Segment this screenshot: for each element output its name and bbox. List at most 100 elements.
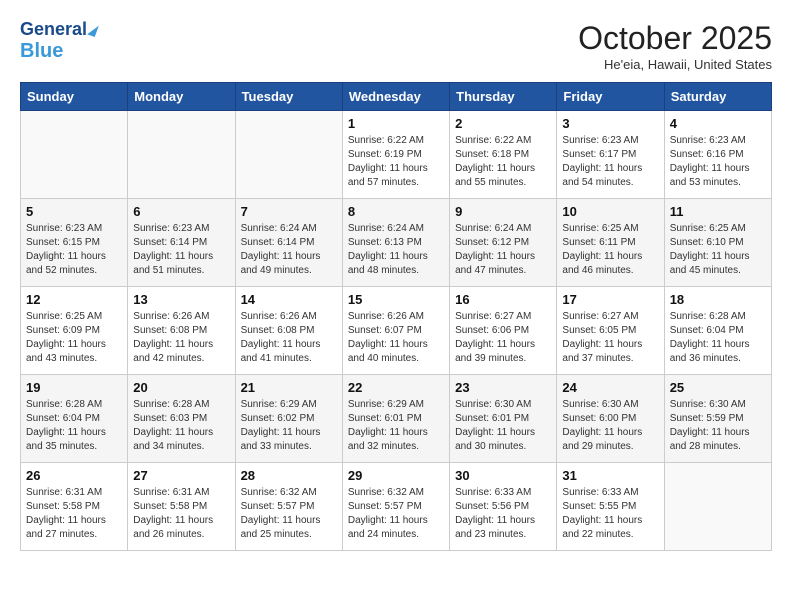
day-detail: Sunrise: 6:24 AMSunset: 6:12 PMDaylight:… bbox=[455, 222, 551, 278]
week-row-1: 1 Sunrise: 6:22 AMSunset: 6:19 PMDaylight… bbox=[21, 111, 772, 199]
logo-general: General bbox=[20, 20, 87, 40]
calendar-cell: 16 Sunrise: 6:27 AMSunset: 6:06 PMDayligh… bbox=[450, 287, 557, 375]
calendar-cell: 15 Sunrise: 6:26 AMSunset: 6:07 PMDayligh… bbox=[342, 287, 449, 375]
day-detail: Sunrise: 6:26 AMSunset: 6:08 PMDaylight:… bbox=[133, 310, 229, 366]
day-number: 28 bbox=[241, 468, 337, 483]
day-number: 14 bbox=[241, 292, 337, 307]
day-detail: Sunrise: 6:27 AMSunset: 6:06 PMDaylight:… bbox=[455, 310, 551, 366]
day-detail: Sunrise: 6:22 AMSunset: 6:19 PMDaylight:… bbox=[348, 134, 444, 190]
day-number: 17 bbox=[562, 292, 658, 307]
title-area: October 2025 He'eia, Hawaii, United Stat… bbox=[578, 20, 772, 72]
day-number: 31 bbox=[562, 468, 658, 483]
calendar-cell: 10Sunrise: 6:25 AMSunset: 6:11 PMDayligh… bbox=[557, 199, 664, 287]
calendar-header-row: SundayMondayTuesdayWednesdayThursdayFrid… bbox=[21, 83, 772, 111]
calendar-cell: 8Sunrise: 6:24 AMSunset: 6:13 PMDaylight… bbox=[342, 199, 449, 287]
calendar-cell: 27 Sunrise: 6:31 AMSunset: 5:58 PMDayligh… bbox=[128, 463, 235, 551]
header-sunday: Sunday bbox=[21, 83, 128, 111]
page-header: General Blue October 2025 He'eia, Hawaii… bbox=[20, 20, 772, 72]
header-monday: Monday bbox=[128, 83, 235, 111]
calendar-cell: 20 Sunrise: 6:28 AMSunset: 6:03 PMDayligh… bbox=[128, 375, 235, 463]
calendar-cell: 3 Sunrise: 6:23 AMSunset: 6:17 PMDaylight… bbox=[557, 111, 664, 199]
day-number: 9 bbox=[455, 204, 551, 219]
day-number: 8 bbox=[348, 204, 444, 219]
month-title: October 2025 bbox=[578, 20, 772, 57]
day-number: 11 bbox=[670, 204, 766, 219]
day-number: 19 bbox=[26, 380, 122, 395]
day-number: 27 bbox=[133, 468, 229, 483]
calendar-cell: 29Sunrise: 6:32 AMSunset: 5:57 PMDayligh… bbox=[342, 463, 449, 551]
day-number: 30 bbox=[455, 468, 551, 483]
day-detail: Sunrise: 6:23 AMSunset: 6:16 PMDaylight:… bbox=[670, 134, 766, 190]
day-detail: Sunrise: 6:31 AMSunset: 5:58 PMDaylight:… bbox=[26, 486, 122, 542]
calendar-cell: 21Sunrise: 6:29 AMSunset: 6:02 PMDayligh… bbox=[235, 375, 342, 463]
day-detail: Sunrise: 6:23 AMSunset: 6:15 PMDaylight:… bbox=[26, 222, 122, 278]
day-detail: Sunrise: 6:27 AMSunset: 6:05 PMDaylight:… bbox=[562, 310, 658, 366]
header-friday: Friday bbox=[557, 83, 664, 111]
calendar-cell: 22Sunrise: 6:29 AMSunset: 6:01 PMDayligh… bbox=[342, 375, 449, 463]
calendar-cell: 2Sunrise: 6:22 AMSunset: 6:18 PMDaylight… bbox=[450, 111, 557, 199]
day-number: 25 bbox=[670, 380, 766, 395]
calendar-cell bbox=[664, 463, 771, 551]
day-number: 21 bbox=[241, 380, 337, 395]
header-saturday: Saturday bbox=[664, 83, 771, 111]
calendar-cell: 17 Sunrise: 6:27 AMSunset: 6:05 PMDayligh… bbox=[557, 287, 664, 375]
calendar-cell: 4Sunrise: 6:23 AMSunset: 6:16 PMDaylight… bbox=[664, 111, 771, 199]
day-detail: Sunrise: 6:30 AMSunset: 6:01 PMDaylight:… bbox=[455, 398, 551, 454]
calendar-cell: 7Sunrise: 6:24 AMSunset: 6:14 PMDaylight… bbox=[235, 199, 342, 287]
day-detail: Sunrise: 6:33 AMSunset: 5:55 PMDaylight:… bbox=[562, 486, 658, 542]
calendar-cell: 28Sunrise: 6:32 AMSunset: 5:57 PMDayligh… bbox=[235, 463, 342, 551]
calendar-cell: 11 Sunrise: 6:25 AMSunset: 6:10 PMDayligh… bbox=[664, 199, 771, 287]
day-number: 16 bbox=[455, 292, 551, 307]
calendar-cell: 25 Sunrise: 6:30 AMSunset: 5:59 PMDayligh… bbox=[664, 375, 771, 463]
calendar-cell: 23 Sunrise: 6:30 AMSunset: 6:01 PMDayligh… bbox=[450, 375, 557, 463]
day-number: 1 bbox=[348, 116, 444, 131]
calendar-cell: 14 Sunrise: 6:26 AMSunset: 6:08 PMDayligh… bbox=[235, 287, 342, 375]
calendar-cell bbox=[21, 111, 128, 199]
day-detail: Sunrise: 6:28 AMSunset: 6:03 PMDaylight:… bbox=[133, 398, 229, 454]
day-number: 7 bbox=[241, 204, 337, 219]
day-detail: Sunrise: 6:30 AMSunset: 6:00 PMDaylight:… bbox=[562, 398, 658, 454]
day-detail: Sunrise: 6:23 AMSunset: 6:17 PMDaylight:… bbox=[562, 134, 658, 190]
day-detail: Sunrise: 6:26 AMSunset: 6:08 PMDaylight:… bbox=[241, 310, 337, 366]
calendar-cell bbox=[235, 111, 342, 199]
day-detail: Sunrise: 6:30 AMSunset: 5:59 PMDaylight:… bbox=[670, 398, 766, 454]
day-detail: Sunrise: 6:22 AMSunset: 6:18 PMDaylight:… bbox=[455, 134, 551, 190]
day-detail: Sunrise: 6:26 AMSunset: 6:07 PMDaylight:… bbox=[348, 310, 444, 366]
day-detail: Sunrise: 6:32 AMSunset: 5:57 PMDaylight:… bbox=[348, 486, 444, 542]
logo-blue: Blue bbox=[20, 40, 97, 62]
day-number: 12 bbox=[26, 292, 122, 307]
calendar-body: 1 Sunrise: 6:22 AMSunset: 6:19 PMDaylight… bbox=[21, 111, 772, 551]
day-number: 5 bbox=[26, 204, 122, 219]
logo: General Blue bbox=[20, 20, 97, 62]
day-number: 23 bbox=[455, 380, 551, 395]
day-number: 3 bbox=[562, 116, 658, 131]
calendar-cell: 9 Sunrise: 6:24 AMSunset: 6:12 PMDaylight… bbox=[450, 199, 557, 287]
day-number: 10 bbox=[562, 204, 658, 219]
day-number: 20 bbox=[133, 380, 229, 395]
calendar-cell: 31 Sunrise: 6:33 AMSunset: 5:55 PMDayligh… bbox=[557, 463, 664, 551]
day-number: 26 bbox=[26, 468, 122, 483]
day-number: 13 bbox=[133, 292, 229, 307]
week-row-2: 5 Sunrise: 6:23 AMSunset: 6:15 PMDaylight… bbox=[21, 199, 772, 287]
day-detail: Sunrise: 6:23 AMSunset: 6:14 PMDaylight:… bbox=[133, 222, 229, 278]
logo-icon bbox=[87, 23, 99, 37]
calendar-cell: 6Sunrise: 6:23 AMSunset: 6:14 PMDaylight… bbox=[128, 199, 235, 287]
calendar-cell: 19 Sunrise: 6:28 AMSunset: 6:04 PMDayligh… bbox=[21, 375, 128, 463]
calendar-cell: 12Sunrise: 6:25 AMSunset: 6:09 PMDayligh… bbox=[21, 287, 128, 375]
day-number: 18 bbox=[670, 292, 766, 307]
header-thursday: Thursday bbox=[450, 83, 557, 111]
day-detail: Sunrise: 6:28 AMSunset: 6:04 PMDaylight:… bbox=[26, 398, 122, 454]
day-detail: Sunrise: 6:31 AMSunset: 5:58 PMDaylight:… bbox=[133, 486, 229, 542]
day-detail: Sunrise: 6:28 AMSunset: 6:04 PMDaylight:… bbox=[670, 310, 766, 366]
header-tuesday: Tuesday bbox=[235, 83, 342, 111]
day-number: 15 bbox=[348, 292, 444, 307]
day-detail: Sunrise: 6:25 AMSunset: 6:10 PMDaylight:… bbox=[670, 222, 766, 278]
header-wednesday: Wednesday bbox=[342, 83, 449, 111]
calendar-cell bbox=[128, 111, 235, 199]
calendar-table: SundayMondayTuesdayWednesdayThursdayFrid… bbox=[20, 82, 772, 551]
calendar-cell: 26 Sunrise: 6:31 AMSunset: 5:58 PMDayligh… bbox=[21, 463, 128, 551]
location: He'eia, Hawaii, United States bbox=[578, 57, 772, 72]
calendar-cell: 30Sunrise: 6:33 AMSunset: 5:56 PMDayligh… bbox=[450, 463, 557, 551]
day-detail: Sunrise: 6:29 AMSunset: 6:01 PMDaylight:… bbox=[348, 398, 444, 454]
week-row-5: 26 Sunrise: 6:31 AMSunset: 5:58 PMDayligh… bbox=[21, 463, 772, 551]
